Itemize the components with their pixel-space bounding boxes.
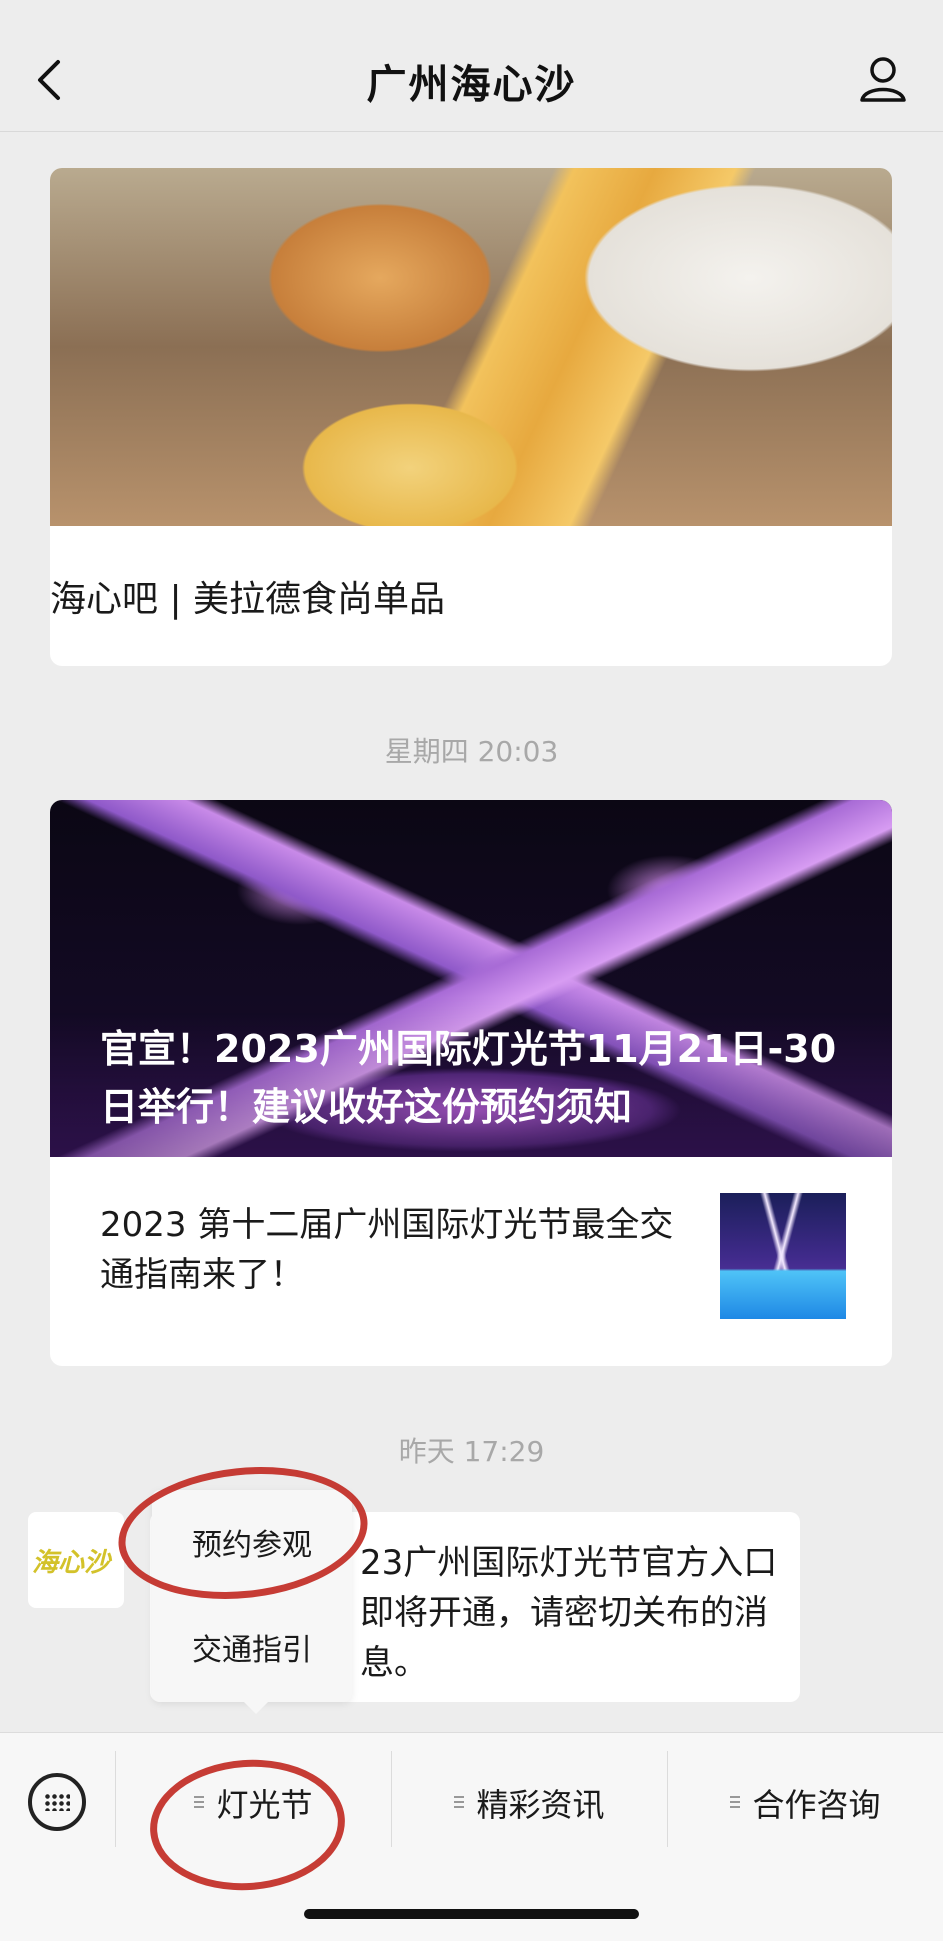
timestamp-yesterday: 昨天 17:29 (398, 1435, 545, 1468)
timestamp-thursday: 星期四 20:03 (384, 735, 559, 768)
keyboard-toggle-button[interactable] (28, 1773, 86, 1831)
bottom-menu-bar: 灯光节 精彩资讯 合作咨询 (0, 1732, 943, 1941)
menu-tab-news[interactable]: 精彩资讯 (392, 1775, 667, 1831)
account-avatar[interactable]: 海心沙 (28, 1512, 124, 1608)
article-headline[interactable]: 官宣！2023广州国际灯光节11月21日-30日举行！建议收好这份预约须知 (100, 1020, 860, 1136)
header-bar: 广州海心沙 (0, 0, 943, 132)
article-thumbnail (720, 1193, 846, 1319)
menu-tab-label: 合作咨询 (752, 1786, 881, 1824)
submenu-item-traffic[interactable]: 交通指引 (152, 1625, 352, 1669)
message-text: 23广州国际灯光节官方入口即将开通，请密切关布的消息。 (360, 1543, 778, 1683)
food-cover-image (50, 168, 892, 526)
keyboard-icon (44, 1793, 70, 1811)
menu-lines-icon (730, 1796, 741, 1810)
profile-button[interactable] (853, 50, 913, 110)
article-title-food[interactable]: 海心吧 | 美拉德食尚单品 (50, 570, 445, 622)
user-icon (860, 57, 906, 102)
home-indicator (304, 1909, 639, 1919)
article-subtitle[interactable]: 2023 第十二届广州国际灯光节最全交通指南来了！ (100, 1200, 690, 1300)
menu-tab-label: 精彩资讯 (476, 1786, 605, 1824)
menu-tab-cooperation[interactable]: 合作咨询 (668, 1775, 943, 1831)
menu-lines-icon (454, 1796, 465, 1810)
article-card-light-festival[interactable]: 官宣！2023广州国际灯光节11月21日-30日举行！建议收好这份预约须知 20… (50, 800, 892, 1366)
avatar-logo-text: 海心沙 (32, 1548, 111, 1578)
page-title: 广州海心沙 (366, 62, 577, 108)
